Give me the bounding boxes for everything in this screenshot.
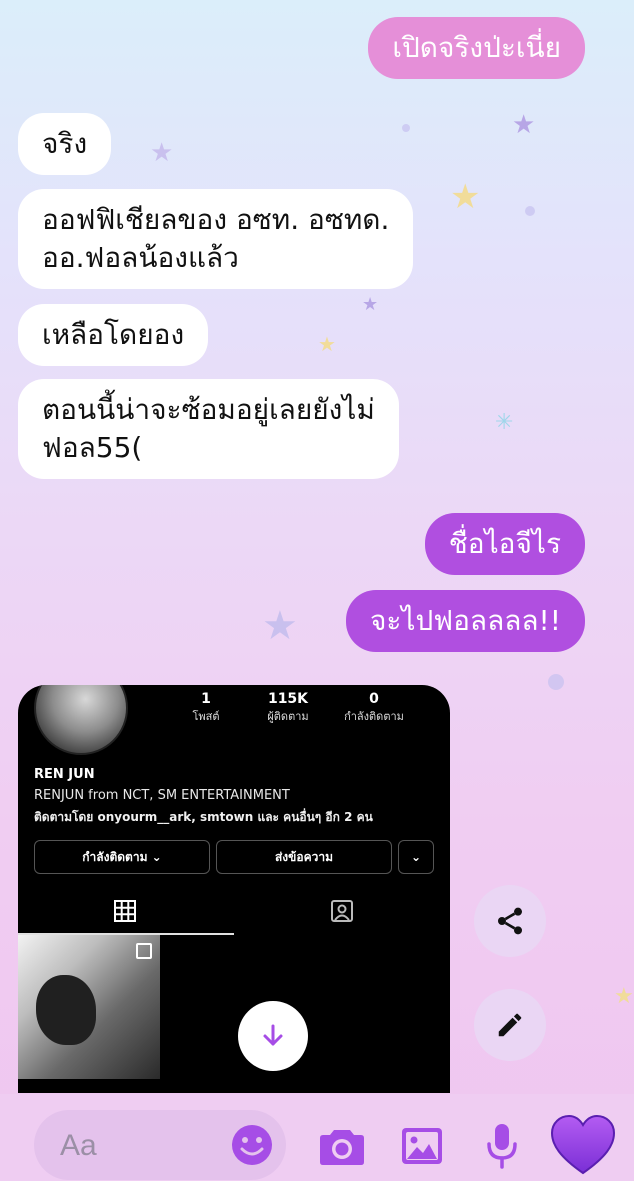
sparkle-decoration: ✳ (495, 410, 514, 435)
message-bubble-incoming[interactable]: เหลือโดยอง (18, 304, 209, 366)
star-decoration: ★ (262, 603, 298, 649)
stat-value: 1 (201, 691, 211, 707)
more-button: ⌄ (398, 840, 434, 874)
bubble-decoration (525, 206, 535, 216)
star-decoration: ★ (512, 110, 536, 140)
message-bubble-incoming[interactable]: ออฟฟิเชียลของ อซท. อซทด. ออ.ฟอลน้องแล้ว (18, 189, 414, 289)
message-text: ออฟฟิเชียลของ อซท. อซทด. ออ.ฟอลน้องแล้ว (42, 203, 390, 274)
message-bubble-incoming[interactable]: ตอนนี้น่าจะซ้อมอยู่เลยยังไม่ ฟอล55( (18, 379, 399, 479)
bubble-decoration (402, 124, 410, 132)
profile-avatar (34, 685, 128, 755)
star-decoration: ★ (318, 332, 336, 356)
message-text: ชื่อไอจีไร (448, 527, 561, 560)
stat-label: โพสต์ (192, 710, 220, 723)
message-bubble-outgoing[interactable]: จะไปฟอลลลล!! (345, 590, 585, 652)
message-input[interactable] (58, 1123, 222, 1169)
stat-following: 0 กำลังติดตาม (334, 691, 414, 725)
message-bubble-outgoing[interactable]: ชื่อไอจีไร (424, 513, 585, 575)
post-thumbnail (18, 935, 160, 1079)
microphone-icon (487, 1124, 517, 1169)
star-decoration: ★ (362, 294, 379, 315)
like-button[interactable] (550, 1114, 616, 1176)
message-text: เหลือโดยอง (42, 318, 185, 351)
gallery-icon (402, 1128, 442, 1164)
message-text: ตอนนี้น่าจะซ้อมอยู่เลยยังไม่ ฟอล55( (42, 393, 375, 464)
multi-post-icon (136, 943, 152, 959)
gallery-button[interactable] (398, 1122, 446, 1170)
microphone-button[interactable] (478, 1122, 526, 1170)
profile-bio: RENJUN from NCT, SM ENTERTAINMENT (34, 788, 290, 803)
message-input-container[interactable] (34, 1110, 286, 1180)
post-image-subject (36, 975, 96, 1045)
star-decoration: ★ (614, 984, 634, 1009)
download-arrow-icon (263, 1024, 283, 1046)
followed-by-text: ติดตามโดย onyourm__ark, smtown และ คนอื่… (34, 810, 373, 824)
bubble-decoration (548, 674, 564, 690)
stat-label: ผู้ติดตาม (267, 710, 309, 723)
message-text: จริง (42, 127, 88, 160)
emoji-icon[interactable] (230, 1123, 274, 1167)
profile-name: REN JUN (34, 767, 95, 782)
shared-image[interactable]: 1 โพสต์ 115K ผู้ติดตาม 0 กำลังติดตาม REN… (18, 685, 450, 1093)
heart-icon (550, 1115, 616, 1175)
stat-value: 115K (267, 691, 309, 707)
message-text: เปิดจริงป่ะเนี่ย (392, 31, 561, 64)
share-icon (498, 907, 522, 935)
stat-value: 0 (369, 691, 379, 707)
star-decoration: ★ (450, 177, 481, 217)
edit-button[interactable] (474, 989, 546, 1061)
stat-posts: 1 โพสต์ (186, 691, 226, 725)
stat-followers: 115K ผู้ติดตาม (258, 691, 318, 725)
share-button[interactable] (474, 885, 546, 957)
tagged-icon (330, 900, 354, 926)
camera-button[interactable] (318, 1122, 366, 1170)
message-bubble-incoming[interactable]: จริง (18, 113, 112, 175)
message-bubble-outgoing[interactable]: เปิดจริงป่ะเนี่ย (368, 17, 585, 79)
edit-icon (498, 1013, 522, 1037)
camera-icon (320, 1130, 364, 1165)
grid-icon (114, 900, 136, 926)
stat-label: กำลังติดตาม (344, 710, 404, 723)
star-decoration: ★ (150, 138, 174, 168)
message-button: ส่งข้อความ (216, 840, 392, 874)
following-button: กำลังติดตาม ⌄ (34, 840, 210, 874)
message-text: จะไปฟอลลลล!! (369, 604, 561, 637)
download-button[interactable] (238, 1001, 308, 1071)
